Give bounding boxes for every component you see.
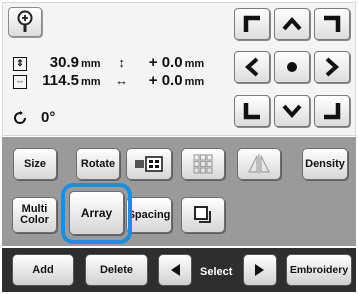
multi-color-button[interactable]: Multi Color <box>12 197 57 233</box>
select-label: Select <box>200 266 233 278</box>
corner-up-right-icon <box>324 15 341 32</box>
corner-down-left-icon <box>243 103 260 120</box>
outline-button[interactable] <box>181 197 225 233</box>
height-icon: ⇕ <box>13 57 27 71</box>
height-unit: mm <box>81 58 101 70</box>
move-up-left-button[interactable] <box>234 8 270 40</box>
spacing-button[interactable]: Spacing <box>126 197 172 233</box>
chevron-down-icon <box>282 104 302 118</box>
outline-icon <box>194 206 211 223</box>
horizontal-shift-value: + 0.0 <box>148 72 183 89</box>
mirror-icon <box>248 154 270 174</box>
grid-button[interactable] <box>181 148 225 180</box>
vertical-shift-value: + 0.0 <box>148 54 183 71</box>
corner-up-left-icon <box>243 15 260 32</box>
border-grid-icon <box>135 156 163 172</box>
vertical-shift-icon: ↕ <box>118 55 125 70</box>
height-value: 30.9 <box>49 54 79 71</box>
width-value: 114.5 <box>42 72 79 89</box>
multi-color-label-line2: Color <box>20 214 49 226</box>
size-button[interactable]: Size <box>13 148 57 180</box>
rotation-row: 0° <box>13 109 55 126</box>
move-right-button[interactable] <box>314 51 350 83</box>
select-next-button[interactable] <box>243 254 277 286</box>
delete-button[interactable]: Delete <box>85 254 148 286</box>
width-row: ⇔ 114.5 mm ↔ + 0.0 mm <box>13 72 204 92</box>
triangle-right-icon <box>255 264 264 276</box>
embroidery-button[interactable]: Embroidery <box>286 254 352 286</box>
corner-down-right-icon <box>324 103 341 120</box>
center-button[interactable] <box>274 51 310 83</box>
move-down-right-button[interactable] <box>314 95 350 127</box>
width-icon: ⇔ <box>13 75 27 89</box>
mirror-button[interactable] <box>237 148 281 180</box>
horizontal-shift-unit: mm <box>184 76 205 88</box>
density-button[interactable]: Density <box>302 148 348 180</box>
magnifier-icon <box>17 10 33 32</box>
select-prev-button[interactable] <box>158 254 192 286</box>
rotation-icon <box>14 110 26 124</box>
chevron-right-icon <box>325 57 339 77</box>
move-down-button[interactable] <box>274 95 310 127</box>
move-up-right-button[interactable] <box>314 8 350 40</box>
move-down-left-button[interactable] <box>234 95 270 127</box>
chevron-left-icon <box>245 57 259 77</box>
move-up-button[interactable] <box>274 8 310 40</box>
move-left-button[interactable] <box>234 51 270 83</box>
mirror-grid-button[interactable] <box>126 148 172 180</box>
width-unit: mm <box>81 76 101 88</box>
rotation-value: 0° <box>41 109 56 126</box>
horizontal-shift-icon: ↔ <box>115 73 129 88</box>
zoom-button[interactable] <box>8 7 42 37</box>
add-button[interactable]: Add <box>12 254 74 286</box>
chevron-up-icon <box>282 17 302 31</box>
height-row: ⇕ 30.9 mm ↕ + 0.0 mm <box>13 54 204 74</box>
vertical-shift-unit: mm <box>184 58 205 70</box>
grid-icon <box>193 154 213 174</box>
edit-info-panel: ⇕ 30.9 mm ↕ + 0.0 mm ⇔ 114.5 mm ↔ + 0.0 … <box>2 2 356 136</box>
triangle-left-icon <box>171 264 180 276</box>
rotate-button[interactable]: Rotate <box>76 148 120 180</box>
center-dot-icon <box>287 62 297 72</box>
array-button[interactable]: Array <box>69 191 124 235</box>
